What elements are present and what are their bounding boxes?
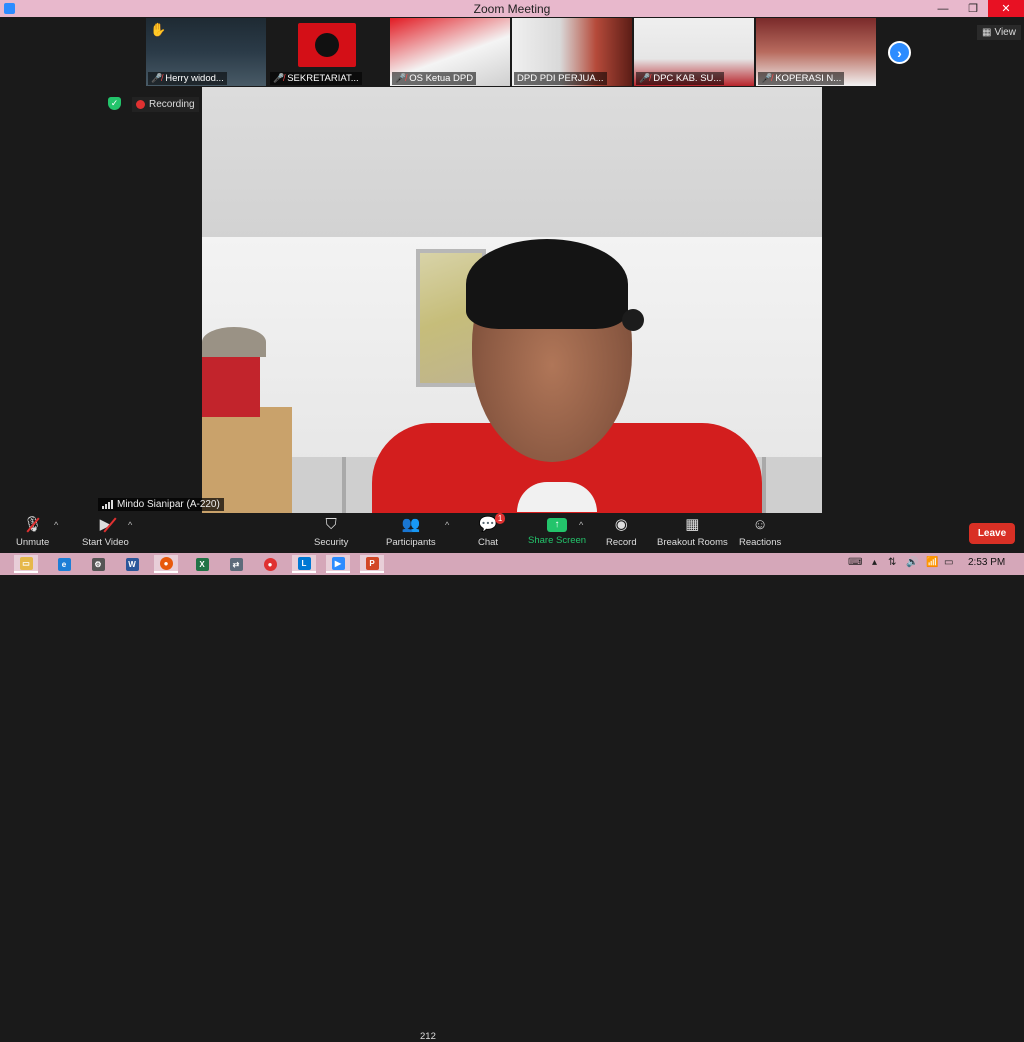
file-explorer-icon[interactable]: ▭ <box>14 555 38 573</box>
title-bar: Zoom Meeting — ❐ ✕ <box>0 0 1024 17</box>
view-label: View <box>994 27 1016 38</box>
muted-mic-icon: 🎙 <box>23 516 42 534</box>
chevron-right-icon[interactable]: › <box>888 41 911 64</box>
keyboard-icon[interactable]: ⌨ <box>848 557 862 568</box>
recording-dot-icon <box>136 100 145 109</box>
participant-tile[interactable]: 🎤̸ SEKRETARIAT... <box>268 18 388 86</box>
word-icon[interactable]: W <box>120 555 144 573</box>
active-speaker-video <box>202 87 822 513</box>
muted-mic-icon: 🎤̸ <box>395 73 407 83</box>
participant-count: 212 <box>420 1031 436 1042</box>
powerpoint-icon[interactable]: P <box>360 555 384 573</box>
recording-indicator[interactable]: Recording <box>132 97 199 112</box>
speaker-hair <box>466 239 628 329</box>
party-logo-image <box>298 23 356 67</box>
participant-tile[interactable]: 🎤̸ OS Ketua DPD <box>390 18 510 86</box>
video-options-caret-icon[interactable]: ^ <box>128 520 132 530</box>
chat-unread-badge: 1 <box>494 513 506 524</box>
participant-name: KOPERASI N... <box>775 73 842 84</box>
minimize-button[interactable]: — <box>928 0 958 17</box>
participants-icon: 👥 <box>401 516 421 533</box>
share-screen-button[interactable]: ↑ Share Screen <box>528 516 586 546</box>
taskbar-clock[interactable]: 2:53 PM <box>968 557 1005 568</box>
participant-tile[interactable]: 🎤̸ DPC KAB. SU... <box>634 18 754 86</box>
recording-label: Recording <box>149 99 195 110</box>
reactions-button[interactable]: ☺ Reactions <box>739 516 781 548</box>
network-tool-icon[interactable]: ⇄ <box>224 555 248 573</box>
shield-icon: ⛉ <box>325 516 337 533</box>
record-icon: ◉ <box>614 516 628 533</box>
participant-name: OS Ketua DPD <box>409 73 474 84</box>
pot-object <box>202 327 266 357</box>
share-screen-icon: ↑ <box>547 518 568 532</box>
record-button[interactable]: ◉ Record <box>606 516 637 548</box>
network-tray-icon[interactable]: ⇅ <box>888 557 896 568</box>
meeting-toolbar: 🎙 Unmute ^ ▶ Start Video ^ ⛉ Security 👥 … <box>0 513 1024 1042</box>
security-button[interactable]: ⛉ Security <box>314 516 348 548</box>
excel-icon[interactable]: X <box>190 555 214 573</box>
red-basket <box>202 357 260 417</box>
zoom-taskbar-icon[interactable]: ▶ <box>326 555 350 573</box>
participant-tile[interactable]: ✋ 🎤̸ Herry widod... <box>146 18 266 86</box>
muted-mic-icon: 🎤̸ <box>639 73 651 83</box>
reaction-smiley-icon: ☺ <box>752 516 768 533</box>
participants-caret-icon[interactable]: ^ <box>445 520 449 530</box>
headset-icon <box>622 309 644 331</box>
signal-bars-icon <box>102 500 113 509</box>
firefox-icon[interactable]: ● <box>154 555 178 573</box>
audio-options-caret-icon[interactable]: ^ <box>54 520 58 530</box>
chrome-icon[interactable]: ● <box>258 555 282 573</box>
settings-icon[interactable]: ⚙ <box>86 555 110 573</box>
zoom-app-icon <box>4 3 15 14</box>
breakout-rooms-icon: ▦ <box>685 516 700 533</box>
tray-overflow-icon[interactable]: ▴ <box>872 557 877 568</box>
view-button[interactable]: ▦ View <box>977 25 1021 40</box>
security-shield-icon[interactable]: ✓ <box>108 97 121 110</box>
leave-button[interactable]: Leave <box>969 523 1015 544</box>
muted-mic-icon: 🎤̸ <box>761 73 773 83</box>
participant-name: Herry widod... <box>165 73 224 84</box>
chat-button[interactable]: 💬 1 Chat <box>478 513 506 548</box>
volume-icon[interactable]: 🔊 <box>906 557 918 568</box>
wifi-signal-icon[interactable]: 📶 <box>926 557 938 568</box>
chat-icon: 💬 1 <box>479 513 506 534</box>
grid-icon: ▦ <box>982 27 992 38</box>
raised-hand-icon: ✋ <box>150 22 167 37</box>
participant-tile[interactable]: 🎤̸ KOPERASI N... <box>756 18 876 86</box>
lync-icon[interactable]: L <box>292 555 316 573</box>
participant-name: SEKRETARIAT... <box>287 73 359 84</box>
windows-taskbar: ▭ e ⚙ W ● X ⇄ ● L ▶ P <box>0 553 1024 575</box>
participant-name: DPD PDI PERJUA... <box>517 73 604 84</box>
muted-mic-icon: 🎤̸ <box>151 73 163 83</box>
muted-mic-icon: 🎤̸ <box>273 73 285 83</box>
share-options-caret-icon[interactable]: ^ <box>579 520 583 530</box>
window-controls: — ❐ ✕ <box>928 0 1024 17</box>
internet-explorer-icon[interactable]: e <box>52 555 76 573</box>
restore-button[interactable]: ❐ <box>958 0 988 17</box>
video-off-icon: ▶ <box>100 516 117 534</box>
participants-button[interactable]: 👥 Participants <box>386 516 436 548</box>
action-center-icon[interactable]: ▭ <box>944 557 953 568</box>
video-ceiling <box>202 87 822 242</box>
unmute-button[interactable]: 🎙 Unmute <box>16 516 49 548</box>
speaker-name-tag: Mindo Sianipar (A-220) <box>98 498 224 511</box>
start-video-button[interactable]: ▶ Start Video <box>82 516 129 548</box>
close-button[interactable]: ✕ <box>988 0 1024 17</box>
window-title: Zoom Meeting <box>473 1 551 16</box>
participant-tile[interactable]: DPD PDI PERJUA... <box>512 18 632 86</box>
breakout-rooms-button[interactable]: ▦ Breakout Rooms <box>657 516 728 548</box>
speaker-name: Mindo Sianipar (A-220) <box>117 499 220 510</box>
participant-name: DPC KAB. SU... <box>653 73 722 84</box>
participant-strip: ✋ 🎤̸ Herry widod... 🎤̸ SEKRETARIAT... 🎤̸ OS… <box>146 18 876 86</box>
